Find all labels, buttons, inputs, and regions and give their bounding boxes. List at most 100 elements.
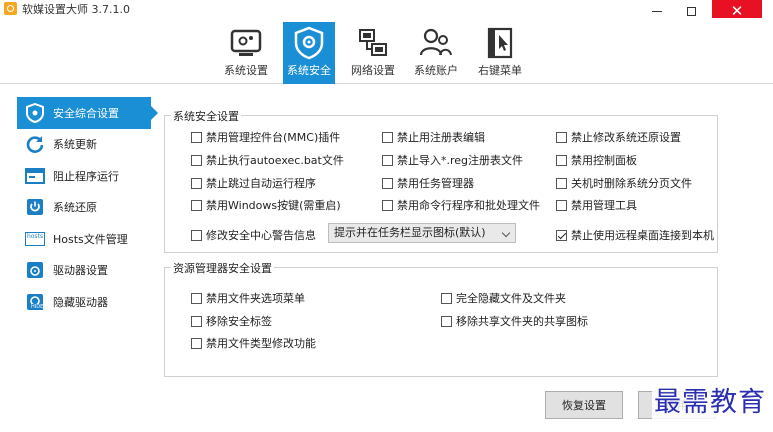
tab-system-accounts[interactable]: 系统账户 (410, 22, 462, 84)
tab-system-settings[interactable]: 系统设置 (220, 22, 272, 84)
checkbox-box[interactable] (191, 131, 202, 143)
checkbox-box[interactable] (191, 292, 202, 304)
checkbox-disable-folder-options[interactable]: 禁用文件夹选项菜单 (191, 290, 305, 306)
sidebar-item-system-update[interactable]: 系统更新 (17, 129, 151, 161)
sidebar-item-label: 隐藏驱动器 (53, 295, 108, 309)
sidebar-item-block-programs[interactable]: 阻止程序运行 (17, 160, 151, 192)
hosts-file-icon: hosts (25, 229, 45, 249)
checkbox-remove-security-tab[interactable]: 移除安全标签 (191, 313, 272, 329)
checkbox-label: 禁止用注册表编辑 (397, 131, 485, 144)
checkbox-disable-admin-tools[interactable]: 禁用管理工具 (556, 197, 637, 213)
checkbox-label: 禁用Windows按键(需重启) (206, 199, 341, 212)
window-title: 软媒设置大师 3.7.1.0 (22, 3, 130, 16)
sidebar-item-label: 系统更新 (53, 138, 97, 152)
sidebar-item-label: 阻止程序运行 (53, 169, 119, 183)
checkbox-label: 禁止导入*.reg注册表文件 (397, 154, 524, 167)
restore-settings-button[interactable]: 恢复设置 (545, 391, 623, 419)
checkbox-disable-filetype-edit[interactable]: 禁用文件类型修改功能 (191, 335, 316, 351)
checkbox-disable-reg-import[interactable]: 禁止导入*.reg注册表文件 (382, 152, 523, 168)
checkbox-label: 禁用文件夹选项菜单 (206, 292, 305, 305)
sidebar-item-label: 驱动器设置 (53, 264, 108, 278)
checkbox-remove-share-icon[interactable]: 移除共享文件夹的共享图标 (441, 313, 588, 329)
tab-context-menu[interactable]: 右键菜单 (474, 22, 526, 84)
checkbox-box[interactable] (382, 199, 393, 211)
checkbox-box[interactable] (556, 131, 567, 143)
checkbox-disable-windows-key[interactable]: 禁用Windows按键(需重启) (191, 197, 341, 213)
group-title: 资源管理器安全设置 (171, 260, 274, 276)
tab-system-security[interactable]: 系统安全 (283, 22, 335, 84)
checkbox-box[interactable] (556, 177, 567, 189)
checkbox-box[interactable] (441, 315, 452, 327)
restore-icon (25, 197, 45, 217)
checkbox-box[interactable] (191, 154, 202, 166)
checkbox-label: 禁止跳过自动运行程序 (206, 177, 316, 190)
checkbox-box[interactable] (556, 154, 567, 166)
checkbox-label: 移除共享文件夹的共享图标 (456, 315, 588, 328)
checkbox-disable-control-panel[interactable]: 禁用控制面板 (556, 152, 637, 168)
checkbox-box[interactable] (191, 229, 202, 241)
checkbox-disable-mmc[interactable]: 禁用管理控件台(MMC)插件 (191, 129, 340, 145)
checkbox-box[interactable] (382, 177, 393, 189)
minimize-icon (652, 10, 662, 12)
sidebar-item-label: 系统还原 (53, 201, 97, 215)
checkbox-box[interactable] (191, 177, 202, 189)
checkbox-box[interactable] (556, 229, 567, 241)
checkbox-label: 移除安全标签 (206, 315, 272, 328)
checkbox-label: 禁用命令行程序和批处理文件 (397, 199, 540, 212)
network-icon (356, 26, 390, 60)
block-window-icon (25, 166, 45, 186)
group-title: 系统安全设置 (171, 108, 241, 124)
checkbox-delete-pagefile[interactable]: 关机时删除系统分页文件 (556, 175, 692, 191)
checkbox-label: 禁止修改系统还原设置 (571, 131, 681, 144)
checkbox-label: 禁止执行autoexec.bat文件 (206, 154, 344, 167)
select-value: 提示并在任务栏显示图标(默认) (334, 226, 486, 239)
checkbox-box[interactable] (191, 315, 202, 327)
sidebar-item-label: 安全综合设置 (53, 106, 119, 120)
checkbox-hide-files[interactable]: 完全隐藏文件及文件夹 (441, 290, 566, 306)
checkbox-box[interactable] (191, 199, 202, 211)
checkbox-disable-autoexec[interactable]: 禁止执行autoexec.bat文件 (191, 152, 344, 168)
checkbox-disable-regedit[interactable]: 禁止用注册表编辑 (382, 129, 485, 145)
tab-network-settings[interactable]: 网络设置 (347, 22, 399, 84)
drive-icon (25, 260, 45, 280)
checkbox-disable-task-manager[interactable]: 禁用任务管理器 (382, 175, 474, 191)
checkbox-label: 禁止使用远程桌面连接到本机 (571, 229, 714, 242)
checkbox-modify-security-center[interactable]: 修改安全中心警告信息 (191, 227, 316, 243)
tab-label: 系统设置 (224, 64, 268, 77)
sidebar-item-label: Hosts文件管理 (53, 232, 128, 246)
title-bar: 软媒设置大师 3.7.1.0 ✕ (0, 0, 773, 22)
checkbox-box[interactable] (556, 199, 567, 211)
checkbox-label: 修改安全中心警告信息 (206, 229, 316, 242)
shield-icon (25, 102, 45, 123)
checkbox-box[interactable] (441, 292, 452, 304)
main-toolbar: 系统设置 系统安全 网络设置 系统账户 右键菜单 (0, 18, 773, 84)
watermark-text: 最需教育 (652, 386, 768, 420)
checkbox-box[interactable] (191, 337, 202, 349)
checkbox-label: 禁用管理工具 (571, 199, 637, 212)
checkbox-label: 关机时删除系统分页文件 (571, 177, 692, 190)
checkbox-disable-cmd[interactable]: 禁用命令行程序和批处理文件 (382, 197, 540, 213)
shield-gear-icon (292, 26, 326, 60)
sidebar-item-hide-drive[interactable]: HIDE 隐藏驱动器 (17, 286, 151, 318)
sidebar-item-drive-settings[interactable]: 驱动器设置 (17, 255, 151, 287)
checkbox-label: 禁用文件类型修改功能 (206, 337, 316, 350)
sidebar: 安全综合设置 系统更新 阻止程序运行 系统还原 hosts Hosts文件管理 … (17, 97, 158, 321)
refresh-icon (25, 134, 45, 154)
checkbox-label: 完全隐藏文件及文件夹 (456, 292, 566, 305)
checkbox-box[interactable] (382, 154, 393, 166)
checkbox-disable-skip-autorun[interactable]: 禁止跳过自动运行程序 (191, 175, 316, 191)
tab-label: 系统安全 (287, 64, 331, 77)
checkbox-box[interactable] (382, 131, 393, 143)
checkbox-label: 禁用任务管理器 (397, 177, 474, 190)
sidebar-item-system-restore[interactable]: 系统还原 (17, 192, 151, 224)
tab-label: 系统账户 (414, 64, 458, 77)
sidebar-item-security-settings[interactable]: 安全综合设置 (17, 97, 158, 129)
security-alert-select[interactable]: 提示并在任务栏显示图标(默认) (328, 223, 516, 243)
checkbox-disable-restore-settings[interactable]: 禁止修改系统还原设置 (556, 129, 681, 145)
tab-label: 网络设置 (351, 64, 395, 77)
sidebar-item-hosts[interactable]: hosts Hosts文件管理 (17, 223, 151, 255)
maximize-icon (686, 6, 696, 16)
checkbox-label: 禁用管理控件台(MMC)插件 (206, 131, 341, 144)
checkbox-disable-remote-desktop[interactable]: 禁止使用远程桌面连接到本机 (556, 227, 714, 243)
hide-drive-icon: HIDE (25, 292, 45, 312)
